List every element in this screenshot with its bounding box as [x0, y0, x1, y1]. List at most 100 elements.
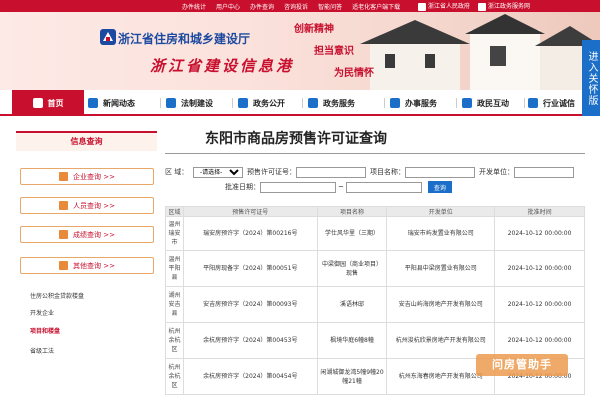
top-utility-bar: 办件统计 用户中心 办件查询 咨询投诉 智能问答 适老化客户端下载 浙江省人民政…: [0, 0, 600, 12]
region-label: 区 域：: [165, 168, 189, 176]
enterprise-icon: [59, 172, 69, 181]
sidebar-btn-enterprise[interactable]: 企业查询 >>: [20, 168, 154, 185]
law-icon: [166, 98, 176, 108]
topbar-links: 办件统计 用户中心 办件查询 咨询投诉 智能问答 适老化客户端下载: [182, 2, 400, 11]
sidebar-btn-scores[interactable]: 成绩查询 >>: [20, 226, 154, 243]
project-name-input[interactable]: [405, 166, 475, 178]
page-title: 东阳市商品房预售许可证查询: [205, 131, 387, 147]
dept-logo-icon: [100, 29, 116, 45]
cell-project: 学仕风华里（三期）: [316, 216, 388, 251]
sidebar-title: 信息查询: [16, 131, 157, 151]
topbar-link-complaint[interactable]: 咨询投诉: [284, 2, 308, 11]
col-header-date: 批准时间: [494, 206, 585, 217]
site-title: 浙江省建设信息港: [150, 57, 295, 75]
service-net-icon: [478, 2, 487, 11]
cell-project: 闲湖城御龙湾5幢9幢20幢21幢: [316, 358, 388, 395]
developer-input[interactable]: [514, 166, 574, 178]
gov-link[interactable]: 浙江省人民政府: [418, 1, 470, 11]
service-icon: [308, 98, 318, 108]
nav-item-handle[interactable]: 办事服务: [390, 90, 437, 116]
nav-label: 政务公开: [253, 98, 285, 108]
cell-permit[interactable]: 安吉房预许字（2024）第00093号: [182, 286, 318, 323]
permit-input[interactable]: [296, 166, 366, 178]
topbar-link-elderly-app[interactable]: 适老化客户端下载: [352, 2, 400, 11]
sidebar-btn-personnel[interactable]: 人员查询 >>: [20, 197, 154, 214]
topbar-link-query[interactable]: 办件查询: [250, 2, 274, 11]
nav-label: 政民互动: [477, 98, 509, 108]
sidebar-link-developers[interactable]: 开发企业: [30, 308, 54, 317]
service-net-label: 浙江政务服务网: [488, 3, 531, 10]
nav-item-gov-open[interactable]: 政务公开: [238, 90, 285, 116]
cell-project: 枫境华庭6幢8幢: [316, 322, 388, 359]
table-row[interactable]: 温州平阳县 平阳房现备字（2024）第00051号 中梁御园（商业项目）现售 平…: [165, 250, 585, 287]
sidebar-btn-label: 其他查询 >>: [73, 261, 115, 270]
sidebar-link-fund-loan[interactable]: 住房公积金贷款楼盘: [30, 291, 84, 300]
search-button[interactable]: 查询: [427, 181, 452, 193]
cell-region: 温州瑞安市: [165, 216, 184, 251]
nav-item-law[interactable]: 法制建设: [166, 90, 213, 116]
col-header-project: 项目名称: [316, 206, 388, 217]
sidebar-btn-other[interactable]: 其他查询 >>: [20, 257, 154, 274]
cell-project: 溪语林邸: [316, 286, 388, 323]
slogan-1: 创新精神: [294, 24, 334, 35]
scores-icon: [59, 230, 69, 239]
cell-permit[interactable]: 平阳房现备字（2024）第00051号: [182, 250, 318, 287]
site-banner: 浙江省住房和城乡建设厅 浙江省建设信息港 创新精神 担当意识 为民情怀: [0, 12, 600, 90]
col-header-permit: 预售许可证号: [182, 206, 318, 217]
handle-icon: [390, 98, 400, 108]
care-version-button[interactable]: 进入关怀版: [582, 40, 600, 116]
nav-label: 行业诚信: [543, 98, 575, 108]
cell-project: 中梁御园（商业项目）现售: [316, 250, 388, 287]
table-row[interactable]: 温州瑞安市 瑞安房预许字（2024）第00216号 学仕风华里（三期） 瑞安市屿…: [165, 216, 585, 251]
nav-item-news[interactable]: 新闻动态: [88, 90, 135, 116]
cell-region: 杭州余杭区: [165, 358, 184, 395]
cell-permit[interactable]: 余杭房预许字（2024）第00453号: [182, 322, 318, 359]
nav-label: 法制建设: [181, 98, 213, 108]
sidebar-link-methods[interactable]: 省级工法: [30, 346, 54, 355]
news-icon: [88, 98, 98, 108]
col-header-developer: 开发单位: [386, 206, 496, 217]
cell-region: 温州平阳县: [165, 250, 184, 287]
date-separator: ~: [338, 183, 344, 191]
sidebar-link-projects[interactable]: 项目和楼盘: [30, 326, 60, 335]
topbar-right-links: 浙江省人民政府 浙江政务服务网: [418, 1, 530, 11]
title-divider: [165, 153, 585, 154]
nav-item-credit[interactable]: 行业诚信: [528, 90, 575, 116]
date-start-input[interactable]: [260, 181, 336, 193]
nav-item-interact[interactable]: 政民互动: [462, 90, 509, 116]
grid-icon: [59, 261, 69, 270]
cell-permit[interactable]: 瑞安房预许字（2024）第00216号: [182, 216, 318, 251]
nav-item-gov-service[interactable]: 政务服务: [308, 90, 355, 116]
cell-region: 湖州安吉县: [165, 286, 184, 323]
topbar-link-user-center[interactable]: 用户中心: [216, 2, 240, 11]
nav-label: 政务服务: [323, 98, 355, 108]
region-select[interactable]: -请选择-: [193, 166, 243, 178]
search-form-row-2: 批准日期： ~ 查询: [225, 181, 452, 193]
sidebar-btn-label: 人员查询 >>: [73, 201, 115, 210]
sidebar-btn-label: 企业查询 >>: [73, 172, 115, 181]
sidebar: 信息查询 企业查询 >> 人员查询 >> 成绩查询 >> 其他查询 >> 住房公…: [16, 131, 157, 400]
nav-label: 新闻动态: [103, 98, 135, 108]
table-row[interactable]: 湖州安吉县 安吉房预许字（2024）第00093号 溪语林邸 安吉山屿海房地产开…: [165, 286, 585, 323]
home-icon: [32, 98, 43, 108]
col-header-region: 区域: [165, 206, 184, 217]
main-nav: 首页 新闻动态 法制建设 政务公开 政务服务 办事服务 政民互动 行业诚信: [0, 90, 600, 116]
nav-item-home[interactable]: 首页: [12, 90, 84, 116]
sidebar-btn-label: 成绩查询 >>: [73, 230, 115, 239]
nav-divider: [456, 98, 457, 108]
cell-developer: 瑞安市屿发置业有限公司: [386, 216, 496, 251]
search-form-row-1: 区 域： -请选择- 预售许可证号： 项目名称： 开发单位：: [165, 166, 574, 178]
topbar-link-stats[interactable]: 办件统计: [182, 2, 206, 11]
nav-label: 办事服务: [405, 98, 437, 108]
person-icon: [59, 201, 69, 210]
topbar-link-qa[interactable]: 智能问答: [318, 2, 342, 11]
nav-divider: [232, 98, 233, 108]
date-end-input[interactable]: [345, 181, 422, 193]
slogan-2: 担当意识: [314, 46, 354, 57]
permit-label: 预售许可证号：: [247, 168, 296, 176]
document-icon: [238, 98, 248, 108]
service-net-link[interactable]: 浙江政务服务网: [478, 1, 530, 11]
cell-permit[interactable]: 余杭房预许字（2024）第00454号: [182, 358, 318, 395]
nav-divider: [384, 98, 385, 108]
slogan-3: 为民情怀: [334, 68, 374, 79]
